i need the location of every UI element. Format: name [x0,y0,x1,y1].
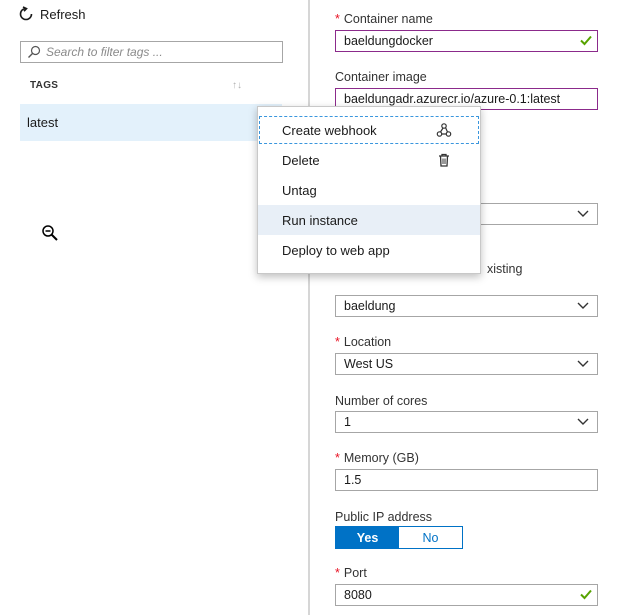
refresh-label: Refresh [40,6,86,22]
tag-context-menu: Create webhook Delete Untag Run instance… [257,106,481,274]
location-label: * Location [335,335,392,349]
container-name-value: baeldungdocker [344,34,433,48]
required-marker: * [335,335,340,349]
menu-item-untag[interactable]: Untag [258,175,480,205]
menu-item-label: Create webhook [282,122,377,138]
port-label: * Port [335,566,367,580]
chevron-down-icon [577,302,589,309]
refresh-icon [19,6,33,21]
container-image-value: baeldungadr.azurecr.io/azure-0.1:latest [344,92,561,106]
container-name-label: * Container name [335,12,433,26]
public-ip-label: Public IP address [335,510,433,524]
port-field[interactable]: 8080 [335,584,598,606]
table-row[interactable]: latest [20,104,282,141]
required-marker: * [335,451,340,465]
webhook-icon [436,123,452,137]
resource-group-select[interactable]: baeldung [335,295,598,317]
create-container-form: * Container name baeldungdocker Container… [310,0,619,615]
tags-column-label: TAGS [30,79,59,91]
search-icon [28,45,41,58]
chevron-down-icon [577,210,589,217]
required-marker: * [335,12,340,26]
location-value: West US [344,357,394,371]
container-image-label: Container image [335,70,427,84]
memory-label: * Memory (GB) [335,451,419,465]
valid-check-icon [580,35,592,46]
menu-item-label: Run instance [282,212,358,228]
trash-icon [439,153,449,167]
menu-item-create-webhook[interactable]: Create webhook [258,115,480,145]
valid-check-icon [580,589,592,600]
menu-item-label: Delete [282,152,320,168]
radio-use-existing-label: xisting [487,262,523,276]
public-ip-yes-button[interactable]: Yes [336,527,399,548]
tags-column-header[interactable]: TAGS ↑↓ [20,78,250,92]
tag-search-input[interactable] [46,45,282,59]
menu-item-run-instance[interactable]: Run instance [258,205,480,235]
tag-search-box[interactable] [20,41,283,63]
zoom-out-cursor-icon [42,225,58,241]
tags-pane: Refresh TAGS ↑↓ latest [0,0,309,615]
chevron-down-icon [577,360,589,367]
menu-item-delete[interactable]: Delete [258,145,480,175]
location-select[interactable]: West US [335,353,598,375]
menu-item-label: Deploy to web app [282,242,390,258]
memory-field[interactable]: 1.5 [335,469,598,491]
sort-arrows-icon[interactable]: ↑↓ [232,80,242,91]
public-ip-no-button[interactable]: No [399,527,462,548]
menu-item-deploy-web-app[interactable]: Deploy to web app [258,235,480,265]
container-name-field[interactable]: baeldungdocker [335,30,598,52]
port-value: 8080 [344,588,372,602]
chevron-down-icon [577,418,589,425]
cores-label: Number of cores [335,394,428,408]
menu-item-label: Untag [282,182,317,198]
refresh-button[interactable]: Refresh [18,4,86,24]
memory-value: 1.5 [344,473,362,487]
cores-value: 1 [344,415,351,429]
resource-group-value: baeldung [344,299,396,313]
cores-select[interactable]: 1 [335,411,598,433]
required-marker: * [335,566,340,580]
public-ip-toggle: Yes No [335,526,463,549]
tag-name: latest [27,115,59,130]
